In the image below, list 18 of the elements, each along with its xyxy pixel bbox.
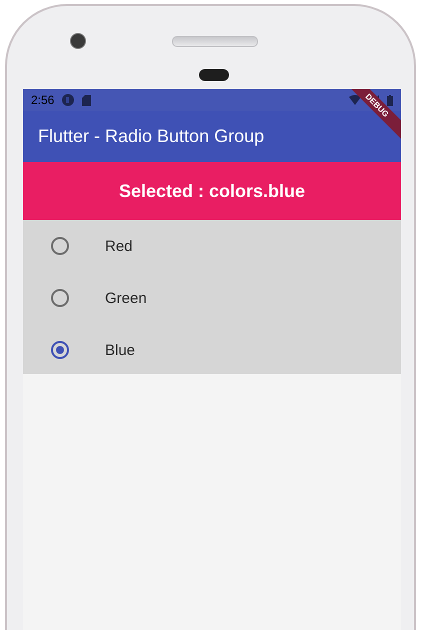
radio-button[interactable]	[51, 289, 69, 307]
selection-text: Selected : colors.blue	[118, 180, 306, 202]
radio-option[interactable]: Red	[23, 220, 401, 272]
app-bar-title: Flutter - Radio Button Group	[38, 126, 264, 147]
option-label: Green	[105, 290, 147, 306]
radio-button[interactable]	[51, 237, 69, 255]
radio-option[interactable]: Blue	[23, 324, 401, 376]
radio-button[interactable]	[51, 341, 69, 359]
option-label: Blue	[105, 342, 136, 358]
sd-card-icon	[82, 94, 92, 106]
wifi-icon	[349, 95, 361, 105]
status-time: 2:56	[31, 93, 54, 107]
option-label: Red	[105, 238, 133, 254]
radio-option[interactable]: Green	[23, 272, 401, 324]
app-notification-icon	[62, 94, 74, 106]
battery-icon	[387, 94, 393, 106]
earpiece	[199, 69, 229, 81]
camera-icon	[70, 33, 86, 49]
